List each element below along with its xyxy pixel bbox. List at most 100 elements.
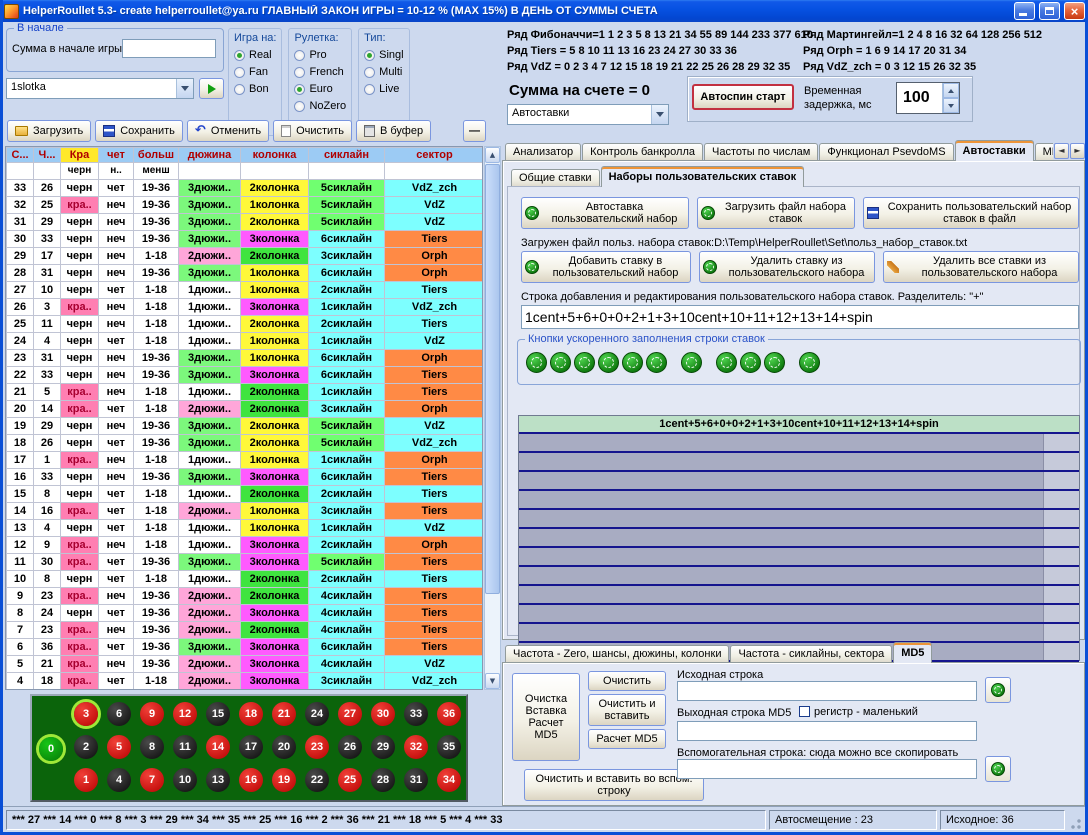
delete-all-bets-button[interactable]: Удалить все ставки из пользовательского … [883,251,1079,283]
toolbar-button[interactable]: Загрузить [7,120,91,142]
autobets-combobox[interactable]: Автоставки [507,104,669,125]
maximize-button[interactable] [1039,2,1060,20]
bet-string-input[interactable] [521,305,1079,329]
chip-button[interactable] [716,352,737,373]
resize-grip[interactable] [1068,810,1082,830]
scroll-down-icon[interactable]: ▼ [485,673,500,689]
roulette-number[interactable]: 9 [140,702,164,726]
load-bet-file-button[interactable]: Загрузить файл набора ставок [697,197,855,229]
bottom-tab-2[interactable]: MD5 [893,642,932,663]
roulette-number[interactable]: 12 [173,702,197,726]
main-tab-4[interactable]: Автоставки [955,140,1034,161]
table-header-cell[interactable]: сиклайн [309,148,385,163]
bet-list-row[interactable] [519,453,1079,472]
toolbar-button[interactable]: В буфер [356,120,431,142]
md5-aux-chip-button[interactable] [985,756,1011,782]
table-header-cell[interactable]: чет [99,148,134,163]
roulette-number[interactable]: 22 [305,768,329,792]
roulette-number[interactable]: 32 [404,735,428,759]
table-header-cell[interactable]: Ч... [34,148,61,163]
roulette-number[interactable]: 30 [371,702,395,726]
roulette-number[interactable]: 34 [437,768,461,792]
save-bet-file-button[interactable]: Сохранить пользовательский набор ставок … [863,197,1079,229]
md5-aux-input[interactable] [677,759,977,779]
bet-list-row[interactable] [519,472,1079,491]
radio-option[interactable]: Bon [234,83,276,95]
roulette-number[interactable]: 25 [338,768,362,792]
roulette-number[interactable]: 2 [74,735,98,759]
minimize-button[interactable] [1014,2,1035,20]
bet-list-row[interactable] [519,529,1079,548]
collapse-button[interactable]: — [463,120,486,142]
radio-option[interactable]: Multi [364,66,403,78]
roulette-number[interactable]: 21 [272,702,296,726]
md5-clear-button[interactable]: Очистить [588,671,666,691]
roulette-number[interactable]: 11 [173,735,197,759]
sub-tab-1[interactable]: Наборы пользовательских ставок [601,166,805,187]
chip-button[interactable] [598,352,619,373]
roulette-number[interactable]: 27 [338,702,362,726]
radio-option[interactable]: Fan [234,66,276,78]
delete-bet-button[interactable]: Удалить ставку из пользовательского набо… [699,251,875,283]
autospin-start-button[interactable]: Автоспин старт [692,84,794,110]
roulette-number[interactable]: 15 [206,702,230,726]
roulette-number[interactable]: 1 [74,768,98,792]
sub-tab-0[interactable]: Общие ставки [511,169,600,187]
roulette-number[interactable]: 13 [206,768,230,792]
table-header-cell[interactable]: дюжина [179,148,241,163]
bet-list-row[interactable] [519,548,1079,567]
bet-list-row[interactable] [519,605,1079,624]
chip-button[interactable] [740,352,761,373]
roulette-number[interactable]: 7 [140,768,164,792]
md5-big-button[interactable]: Очистка Вставка Расчет MD5 [512,673,580,761]
roulette-number[interactable]: 10 [173,768,197,792]
start-sum-input[interactable] [122,39,216,58]
play-button[interactable] [199,78,224,99]
main-tab-0[interactable]: Анализатор [505,143,581,161]
table-header-cell[interactable]: сектор [385,148,484,163]
delay-spinner[interactable]: 100 [896,82,960,114]
roulette-number[interactable]: 18 [239,702,263,726]
md5-clear-paste-button[interactable]: Очистить и вставить [588,694,666,726]
bottom-tab-0[interactable]: Частота - Zero, шансы, дюжины, колонки [505,645,729,663]
chip-button[interactable] [550,352,571,373]
toolbar-button[interactable]: Очистить [273,120,352,142]
profile-combobox[interactable]: 1slotka [6,78,194,99]
chip-button[interactable] [622,352,643,373]
toolbar-button[interactable]: ↶Отменить [187,120,269,142]
bottom-tab-1[interactable]: Частота - сиклайны, сектора [730,645,892,663]
close-button[interactable]: × [1064,2,1085,20]
roulette-number[interactable]: 17 [239,735,263,759]
md5-calc-button[interactable]: Расчет MD5 [588,729,666,749]
chip-button[interactable] [681,352,702,373]
main-tab-5[interactable]: MD5 [1035,143,1053,161]
roulette-number[interactable]: 6 [107,702,131,726]
table-header-cell[interactable]: колонка [241,148,309,163]
case-checkbox-row[interactable]: регистр - маленький [799,706,918,718]
spinner-up-icon[interactable] [943,83,959,98]
roulette-number[interactable]: 31 [404,768,428,792]
roulette-number[interactable]: 20 [272,735,296,759]
bet-list-row[interactable] [519,510,1079,529]
roulette-number[interactable]: 14 [206,735,230,759]
roulette-number[interactable]: 8 [140,735,164,759]
chip-button[interactable] [799,352,820,373]
bet-list-row[interactable] [519,491,1079,510]
radio-option[interactable]: Real [234,49,276,61]
table-header-cell[interactable]: больш [134,148,179,163]
main-tab-3[interactable]: Функционал PsevdoMS [819,143,953,161]
autobet-user-set-button[interactable]: Автоставка пользовательский набор [521,197,689,229]
tab-scroll-left-icon[interactable]: ◄ [1054,143,1069,159]
checkbox-icon[interactable] [799,706,810,717]
roulette-number-zero[interactable]: 0 [39,737,63,761]
roulette-number[interactable]: 16 [239,768,263,792]
main-tab-1[interactable]: Контроль банкролла [582,143,703,161]
radio-option[interactable]: Live [364,83,403,95]
spinner-down-icon[interactable] [943,98,959,113]
toolbar-button[interactable]: Сохранить [95,120,183,142]
chip-button[interactable] [646,352,667,373]
radio-option[interactable]: Euro [294,83,346,95]
md5-output-input[interactable] [677,721,977,741]
chip-button[interactable] [574,352,595,373]
scroll-up-icon[interactable]: ▲ [485,147,500,163]
